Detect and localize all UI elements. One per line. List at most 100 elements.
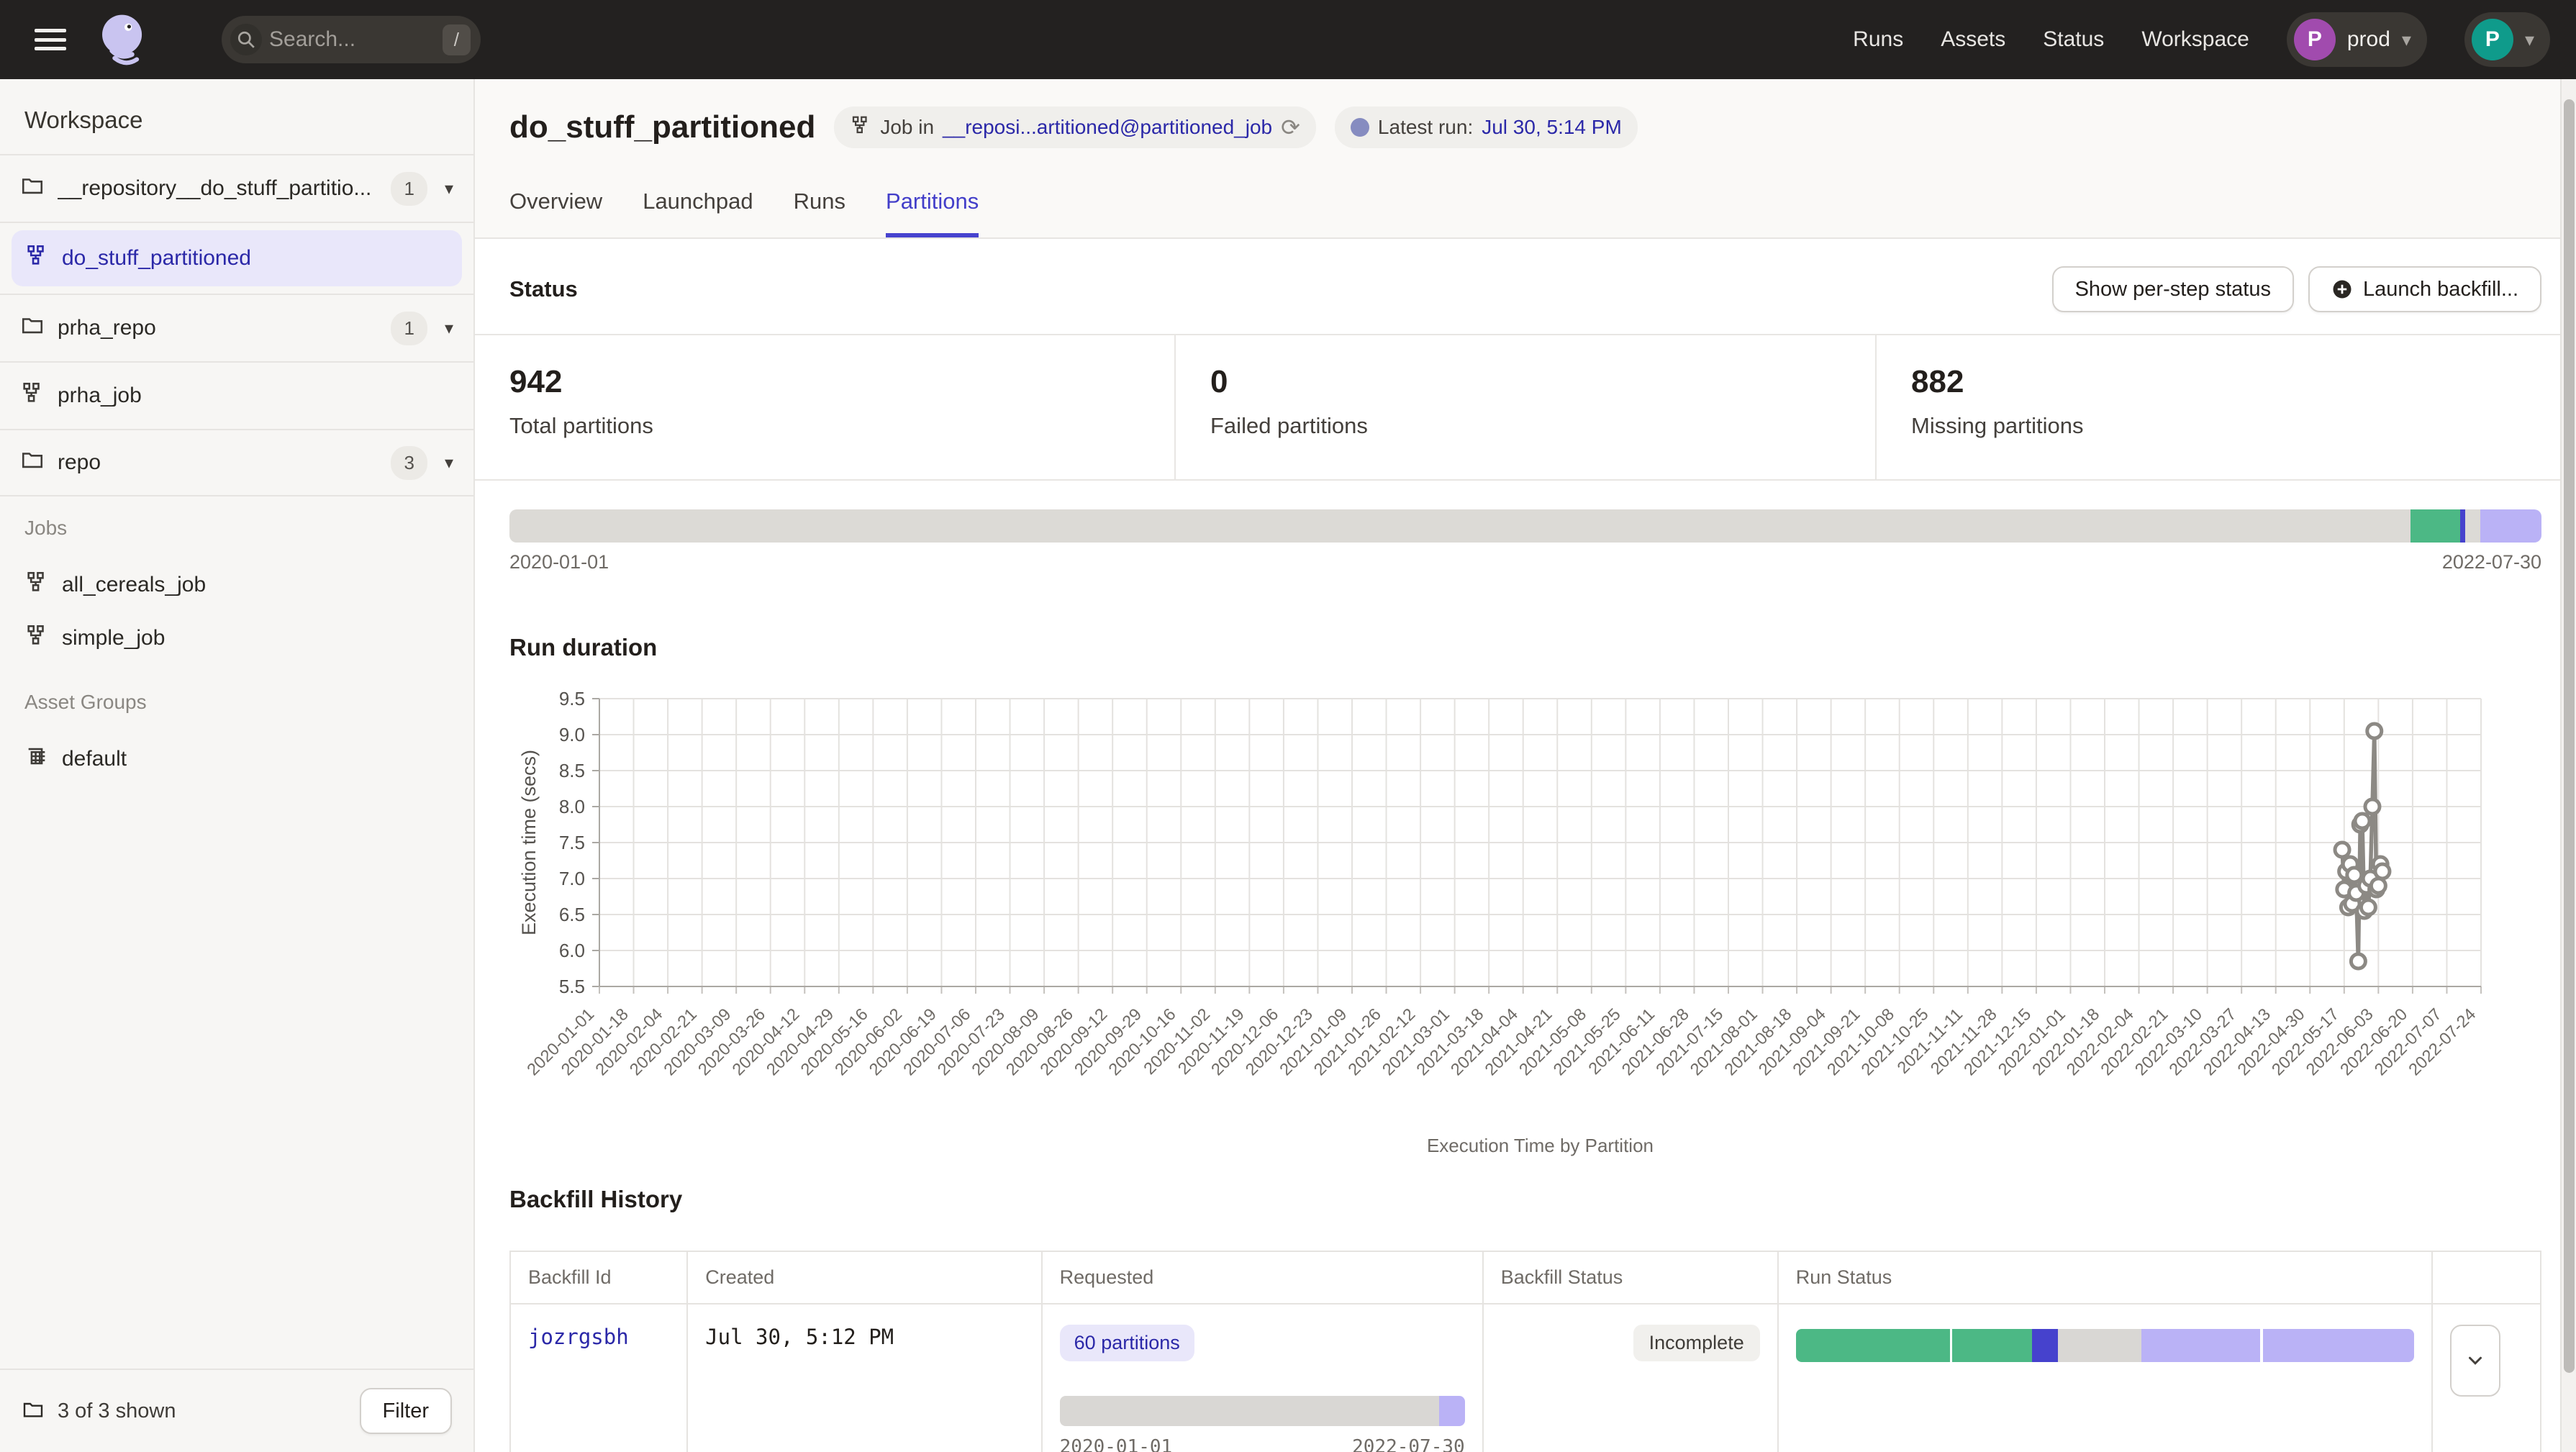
sidebar-item-prha_repo[interactable]: prha_repo 1 ▾ <box>0 294 473 361</box>
sidebar-sections: Jobsall_cereals_jobsimple_jobAsset Group… <box>0 496 473 791</box>
stat-missing-partitions: 882 Missing partitions <box>1875 335 2576 479</box>
folder-icon <box>20 173 45 204</box>
run-status-dot <box>1351 118 1369 137</box>
latest-run-label: Latest run: <box>1378 116 1473 139</box>
data-point-marker[interactable] <box>2351 954 2365 968</box>
data-point-marker[interactable] <box>2367 724 2382 738</box>
search-shortcut-badge: / <box>443 24 471 55</box>
column-header-run-status: Run Status <box>1778 1251 2433 1304</box>
button-launch-backfill-[interactable]: Launch backfill... <box>2308 266 2541 312</box>
partition-range-end: 2022-07-30 <box>2442 551 2541 573</box>
scrollbar-thumb[interactable] <box>2564 99 2575 1373</box>
bar-segment-in-progress <box>2460 509 2465 543</box>
page-scrollbar <box>2560 79 2576 1452</box>
run-duration-section: Run duration 5.56.06.57.07.58.08.59.09.5… <box>475 605 2576 1174</box>
requested-range-bar <box>1060 1396 1465 1426</box>
svg-text:9.5: 9.5 <box>559 688 585 709</box>
tab-runs[interactable]: Runs <box>794 189 845 237</box>
sidebar-item-__repository__do_stuff_partitio[interactable]: __repository__do_stuff_partitio... 1 ▾ <box>0 154 473 222</box>
bar-segment- <box>2058 1329 2141 1362</box>
sidebar-item-prha_job[interactable]: prha_job <box>0 361 473 429</box>
chevron-down-icon[interactable]: ▾ <box>445 453 453 473</box>
bar-segment- <box>2032 1329 2058 1362</box>
deployment-switcher[interactable]: P prod ▾ <box>2287 12 2427 67</box>
job-icon <box>24 570 49 600</box>
stat-value: 942 <box>509 364 1140 400</box>
dagster-logo-icon[interactable] <box>94 9 155 71</box>
data-point-marker[interactable] <box>2335 843 2349 857</box>
requested-range-start: 2020-01-01 <box>1060 1436 1173 1452</box>
sidebar-item-do_stuff_partitioned[interactable]: do_stuff_partitioned <box>0 222 473 294</box>
run-duration-svg: 5.56.06.57.07.58.08.59.09.52020-01-01202… <box>509 668 2550 1165</box>
nav-link-assets[interactable]: Assets <box>1941 27 2005 52</box>
folder-icon <box>20 448 45 478</box>
workspace-sidebar: Workspace __repository__do_stuff_partiti… <box>0 79 475 1452</box>
sidebar-item-label: __repository__do_stuff_partitio... <box>58 176 378 201</box>
tab-overview[interactable]: Overview <box>509 189 602 237</box>
job-count-badge: 1 <box>391 312 427 345</box>
job-origin-link[interactable]: __reposi...artitioned@partitioned_job <box>943 116 1272 139</box>
sidebar-item-default[interactable]: default <box>24 732 449 786</box>
data-point-marker[interactable] <box>2361 900 2375 915</box>
data-point-marker[interactable] <box>2355 814 2369 828</box>
sidebar-item-label: default <box>62 747 127 771</box>
data-point-marker[interactable] <box>2371 879 2385 893</box>
stat-label: Missing partitions <box>1911 413 2541 439</box>
main-content: do_stuff_partitioned Job in __reposi...a… <box>475 79 2576 1452</box>
job-icon <box>24 623 49 653</box>
deployment-name: prod <box>2347 27 2390 52</box>
plus-circle-icon <box>2331 278 2353 300</box>
bar-segment- <box>2263 1329 2415 1362</box>
column-header-backfill-id: Backfill Id <box>510 1251 687 1304</box>
expand-row-button[interactable] <box>2450 1325 2500 1397</box>
hamburger-menu-icon[interactable] <box>35 29 66 50</box>
partition-status-bar[interactable] <box>509 509 2541 543</box>
data-point-marker[interactable] <box>2375 864 2390 879</box>
bar-segment- <box>1796 1329 1950 1362</box>
partition-stats: 942 Total partitions0 Failed partitions8… <box>475 334 2576 481</box>
nav-link-runs[interactable]: Runs <box>1853 27 1903 52</box>
reload-icon[interactable]: ⟳ <box>1281 114 1300 141</box>
data-point-marker[interactable] <box>2347 868 2362 882</box>
folder-icon <box>20 313 45 343</box>
backfill-id-link[interactable]: jozrgsbh <box>528 1325 629 1349</box>
nav-link-status[interactable]: Status <box>2043 27 2104 52</box>
button-show-per-step-status[interactable]: Show per-step status <box>2052 266 2294 312</box>
run-status-cell <box>1778 1304 2433 1452</box>
sidebar-item-all_cereals_job[interactable]: all_cereals_job <box>24 558 449 612</box>
nav-link-workspace[interactable]: Workspace <box>2141 27 2249 52</box>
run-status-bar[interactable] <box>1796 1329 2415 1362</box>
svg-text:6.5: 6.5 <box>559 904 585 925</box>
backfill-status-cell: Incomplete <box>1483 1304 1778 1452</box>
search-box[interactable]: / <box>222 16 481 63</box>
sidebar-item-label: do_stuff_partitioned <box>62 246 449 271</box>
tab-partitions[interactable]: Partitions <box>886 189 979 237</box>
backfill-history-section: Backfill History Backfill IdCreatedReque… <box>475 1174 2576 1452</box>
svg-text:8.5: 8.5 <box>559 760 585 781</box>
asset-group-icon <box>24 744 49 774</box>
sidebar-item-label: prha_job <box>58 384 453 408</box>
sidebar-item-label: simple_job <box>62 626 165 650</box>
chevron-down-icon[interactable]: ▾ <box>445 178 453 199</box>
job-origin-prefix: Job in <box>880 116 934 139</box>
folder-icon <box>22 1398 45 1425</box>
execution-time-chart: 5.56.06.57.07.58.08.59.09.52020-01-01202… <box>509 668 2541 1169</box>
sidebar-item-simple_job[interactable]: simple_job <box>24 612 449 665</box>
data-point-marker[interactable] <box>2365 799 2380 814</box>
latest-run-link[interactable]: Jul 30, 5:14 PM <box>1482 116 1622 139</box>
bar-segment-missing <box>509 509 2411 543</box>
bar-segment- <box>1952 1329 2032 1362</box>
bar-segment-queued <box>2480 509 2541 543</box>
column-header-requested: Requested <box>1042 1251 1483 1304</box>
sidebar-item-label: prha_repo <box>58 316 378 340</box>
job-count-badge: 1 <box>391 172 427 206</box>
chevron-down-icon[interactable]: ▾ <box>445 318 453 339</box>
requested-partitions-pill[interactable]: 60 partitions <box>1060 1325 1194 1361</box>
tab-launchpad[interactable]: Launchpad <box>643 189 753 237</box>
search-input[interactable] <box>269 27 413 52</box>
svg-text:7.5: 7.5 <box>559 832 585 853</box>
user-menu[interactable]: P ▾ <box>2464 12 2550 67</box>
filter-button[interactable]: Filter <box>360 1388 452 1434</box>
job-count-badge: 3 <box>391 446 427 480</box>
sidebar-item-repo[interactable]: repo3▾ <box>0 429 473 496</box>
